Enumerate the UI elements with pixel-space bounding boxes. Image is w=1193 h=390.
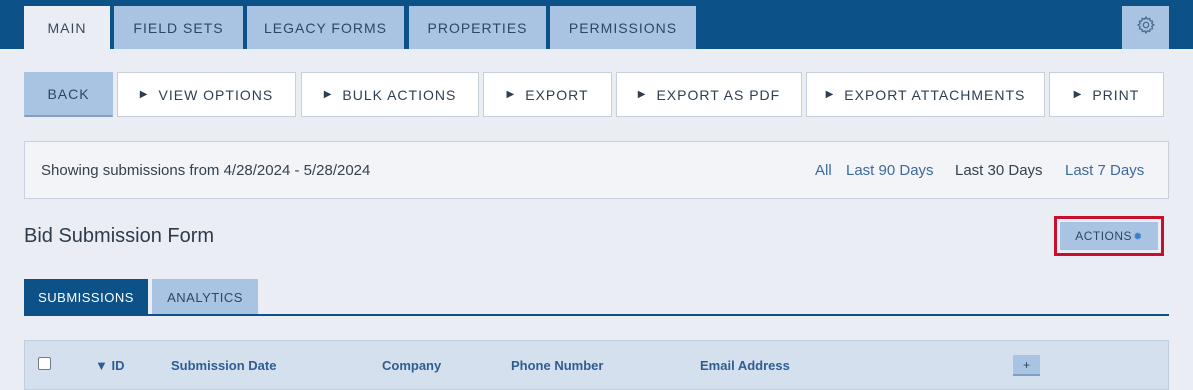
view-options-button[interactable]: ▶ VIEW OPTIONS: [117, 72, 296, 117]
tab-legacy-forms[interactable]: LEGACY FORMS: [247, 6, 404, 49]
back-label: BACK: [47, 86, 90, 102]
filter-last-7-days-link[interactable]: Last 7 Days: [1065, 162, 1144, 179]
tab-submissions[interactable]: SUBMISSIONS: [24, 279, 148, 315]
filter-all-link[interactable]: All: [815, 162, 832, 179]
export-attachments-label: EXPORT ATTACHMENTS: [844, 86, 1026, 103]
triangle-right-icon: ▶: [1073, 89, 1083, 100]
filter-last-30-days-link[interactable]: Last 30 Days: [955, 162, 1043, 179]
filter-last-90-days-link[interactable]: Last 90 Days: [846, 162, 934, 179]
date-range-text: Showing submissions from 4/28/2024 - 5/2…: [41, 162, 371, 179]
column-header-phone-number[interactable]: Phone Number: [511, 358, 603, 373]
export-pdf-button[interactable]: ▶ EXPORT AS PDF: [616, 72, 802, 117]
date-filter-bar: Showing submissions from 4/28/2024 - 5/2…: [24, 141, 1169, 199]
column-header-email-address[interactable]: Email Address: [700, 358, 790, 373]
triangle-right-icon: ▶: [139, 89, 149, 100]
bulk-actions-button[interactable]: ▶ BULK ACTIONS: [301, 72, 479, 117]
export-pdf-label: EXPORT AS PDF: [656, 86, 781, 103]
column-header-id[interactable]: ▼ ID: [95, 358, 124, 373]
tab-main[interactable]: MAIN: [24, 6, 110, 49]
print-label: PRINT: [1092, 86, 1140, 103]
export-label: EXPORT: [525, 86, 589, 103]
export-attachments-button[interactable]: ▶ EXPORT ATTACHMENTS: [806, 72, 1045, 117]
triangle-right-icon: ▶: [825, 89, 835, 100]
column-header-submission-date[interactable]: Submission Date: [171, 358, 276, 373]
settings-button[interactable]: [1122, 6, 1169, 49]
tab-analytics[interactable]: ANALYTICS: [152, 279, 258, 315]
select-all-checkbox[interactable]: [38, 357, 51, 370]
tab-properties[interactable]: PROPERTIES: [409, 6, 546, 49]
tab-underline: [24, 314, 1169, 316]
form-title: Bid Submission Form: [24, 225, 215, 247]
view-options-label: VIEW OPTIONS: [158, 86, 274, 103]
table-header: ▼ ID Submission Date Company Phone Numbe…: [24, 340, 1169, 390]
tab-field-sets[interactable]: FIELD SETS: [114, 6, 243, 49]
actions-label: ACTIONS: [1075, 229, 1133, 243]
triangle-right-icon: ▶: [323, 89, 333, 100]
add-column-button[interactable]: +: [1013, 355, 1040, 376]
gear-icon: ✹: [1133, 230, 1143, 243]
back-button[interactable]: BACK: [24, 72, 113, 117]
actions-button[interactable]: ACTIONS ✹: [1060, 222, 1158, 250]
column-header-company[interactable]: Company: [382, 358, 441, 373]
print-button[interactable]: ▶ PRINT: [1049, 72, 1164, 117]
bulk-actions-label: BULK ACTIONS: [342, 86, 457, 103]
triangle-right-icon: ▶: [637, 89, 647, 100]
export-button[interactable]: ▶ EXPORT: [483, 72, 612, 117]
gear-icon: [1136, 15, 1156, 40]
top-nav-bar: MAIN FIELD SETS LEGACY FORMS PROPERTIES …: [0, 0, 1193, 49]
actions-highlight-box: ACTIONS ✹: [1054, 216, 1164, 256]
tab-permissions[interactable]: PERMISSIONS: [550, 6, 696, 49]
triangle-right-icon: ▶: [506, 89, 516, 100]
